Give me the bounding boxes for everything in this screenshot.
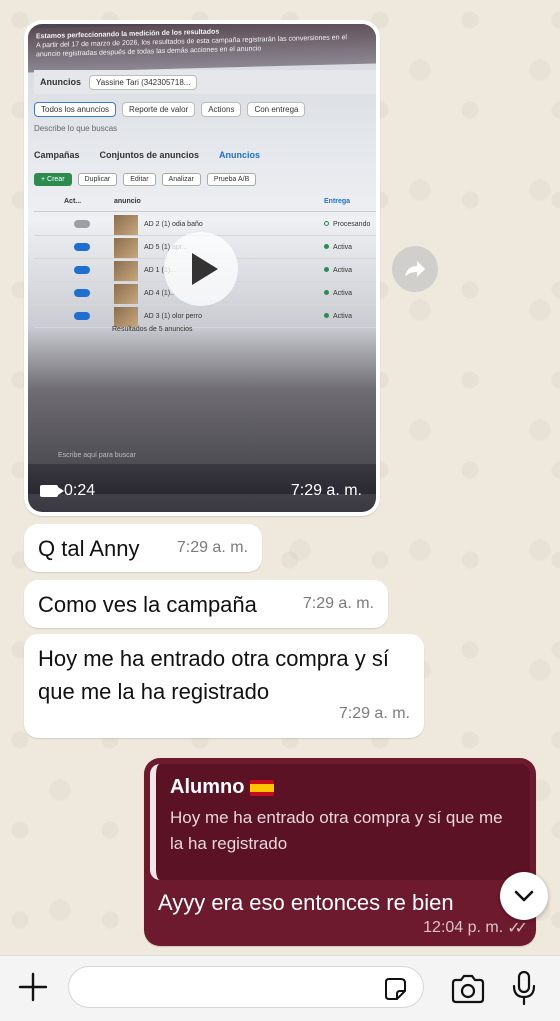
video-camera-icon [40,485,64,497]
tab-campaigns: Campañas [34,150,80,160]
edit-button: Editar [123,172,156,186]
message-input-bar [0,955,560,1021]
message-time: 7:29 a. m. [338,705,410,722]
play-icon[interactable] [164,232,238,306]
create-button: + Crear [34,172,72,186]
video-duration: 0:24 [40,482,95,500]
ad-status: Activa [324,244,352,251]
ad-name: AD 2 (1) odia baño [144,221,203,228]
message-text: Como ves la campaña [38,592,257,617]
read-receipt-icon: ✓✓ [507,920,528,937]
message-input[interactable] [68,966,424,1008]
filter-delivery: Con entrega [247,101,306,117]
analyze-button: Analizar [161,172,201,186]
message-bubble-outgoing[interactable]: Alumno Hoy me ha entrado otra compra y s… [144,758,536,946]
tab-adsets: Conjuntos de anuncios [99,150,200,160]
video-screen-actions: + Crear Duplicar Editar Analizar Prueba … [34,168,376,190]
ad-toggle [74,289,90,297]
camera-button[interactable] [450,974,486,1004]
ad-status: Procesando [324,221,370,228]
video-timestamp: 7:29 a. m. [290,482,362,499]
ad-row: AD 3 (1) olor perro Activa [34,306,376,328]
sticker-icon [385,978,406,1000]
message-meta: 12:04 p. m. ✓✓ [423,918,528,938]
forward-icon[interactable] [392,246,438,292]
taskbar-search: Escribe aquí para buscar [58,452,136,459]
video-screen-table-header: Act... anuncio Entrega [34,194,376,212]
filter-value-report: Reporte de valor [122,101,196,117]
col-act: Act... [64,198,82,205]
video-message[interactable]: Estamos perfeccionando la medición de lo… [24,20,380,516]
ad-name: AD 3 (1) olor perro [144,313,202,320]
col-ad: anuncio [114,198,141,205]
microphone-icon [512,970,536,1006]
video-screen-filters: Todos los anuncios Reporte de valor Acti… [34,96,376,122]
video-duration-text: 0:24 [64,482,96,499]
camera-icon [451,974,485,1004]
message-text: Q tal Anny [38,536,140,561]
tab-ads: Anuncios [219,150,261,160]
chat-area[interactable]: Estamos perfeccionando la medición de lo… [0,0,560,955]
chevron-down-icon [514,890,534,902]
spain-flag-icon [250,779,275,796]
video-screen-search: Describe lo que buscas [34,124,118,133]
ad-thumbnail [114,284,138,304]
message-time: 7:29 a. m. [302,595,374,612]
filter-actions: Actions [201,101,242,117]
ad-thumbnail [114,238,138,258]
message-text: Ayyy era eso entonces re bien [158,890,454,915]
ab-test-button: Prueba A/B [206,172,257,186]
scroll-down-button[interactable] [500,872,548,920]
ad-toggle [74,243,90,251]
account-selector: Yassine Tari (342305718... [89,74,198,90]
plus-icon [18,972,48,1002]
quote-text: Hoy me ha entrado otra compra y sí que m… [170,808,503,853]
ad-status: Activa [324,267,352,274]
microphone-button[interactable] [510,970,538,1006]
quote-author-name: Alumno [170,776,245,798]
message-bubble-incoming[interactable]: Q tal Anny 7:29 a. m. [24,524,262,572]
video-screen-toolbar: Anuncios Yassine Tari (342305718... [34,70,376,94]
quote-author: Alumno [170,776,516,799]
results-count: Resultados de 5 anuncios [112,326,193,333]
attach-button[interactable] [16,970,50,1004]
sticker-button[interactable] [382,976,408,1002]
message-time: 12:04 p. m. [423,919,504,936]
col-delivery: Entrega [324,198,351,205]
video-thumbnail[interactable]: Estamos perfeccionando la medición de lo… [28,24,376,512]
duplicate-button: Duplicar [77,172,118,186]
video-screen-tabs: Campañas Conjuntos de anuncios Anuncios [34,144,376,166]
ad-toggle [74,220,90,228]
ad-thumbnail [114,215,138,235]
section-label: Anuncios [40,77,82,87]
video-screen-banner: Estamos perfeccionando la medición de lo… [28,24,376,73]
ad-thumbnail [114,261,138,281]
message-bubble-incoming[interactable]: Hoy me ha entrado otra compra y sí que m… [24,634,424,738]
ad-toggle [74,312,90,320]
ad-status: Activa [324,313,352,320]
ad-toggle [74,266,90,274]
quoted-message[interactable]: Alumno Hoy me ha entrado otra compra y s… [150,764,530,880]
ad-status: Activa [324,290,352,297]
ad-thumbnail [114,307,138,327]
message-time: 7:29 a. m. [176,539,248,556]
filter-all-ads: Todos los anuncios [34,101,117,117]
message-bubble-incoming[interactable]: Como ves la campaña 7:29 a. m. [24,580,388,628]
